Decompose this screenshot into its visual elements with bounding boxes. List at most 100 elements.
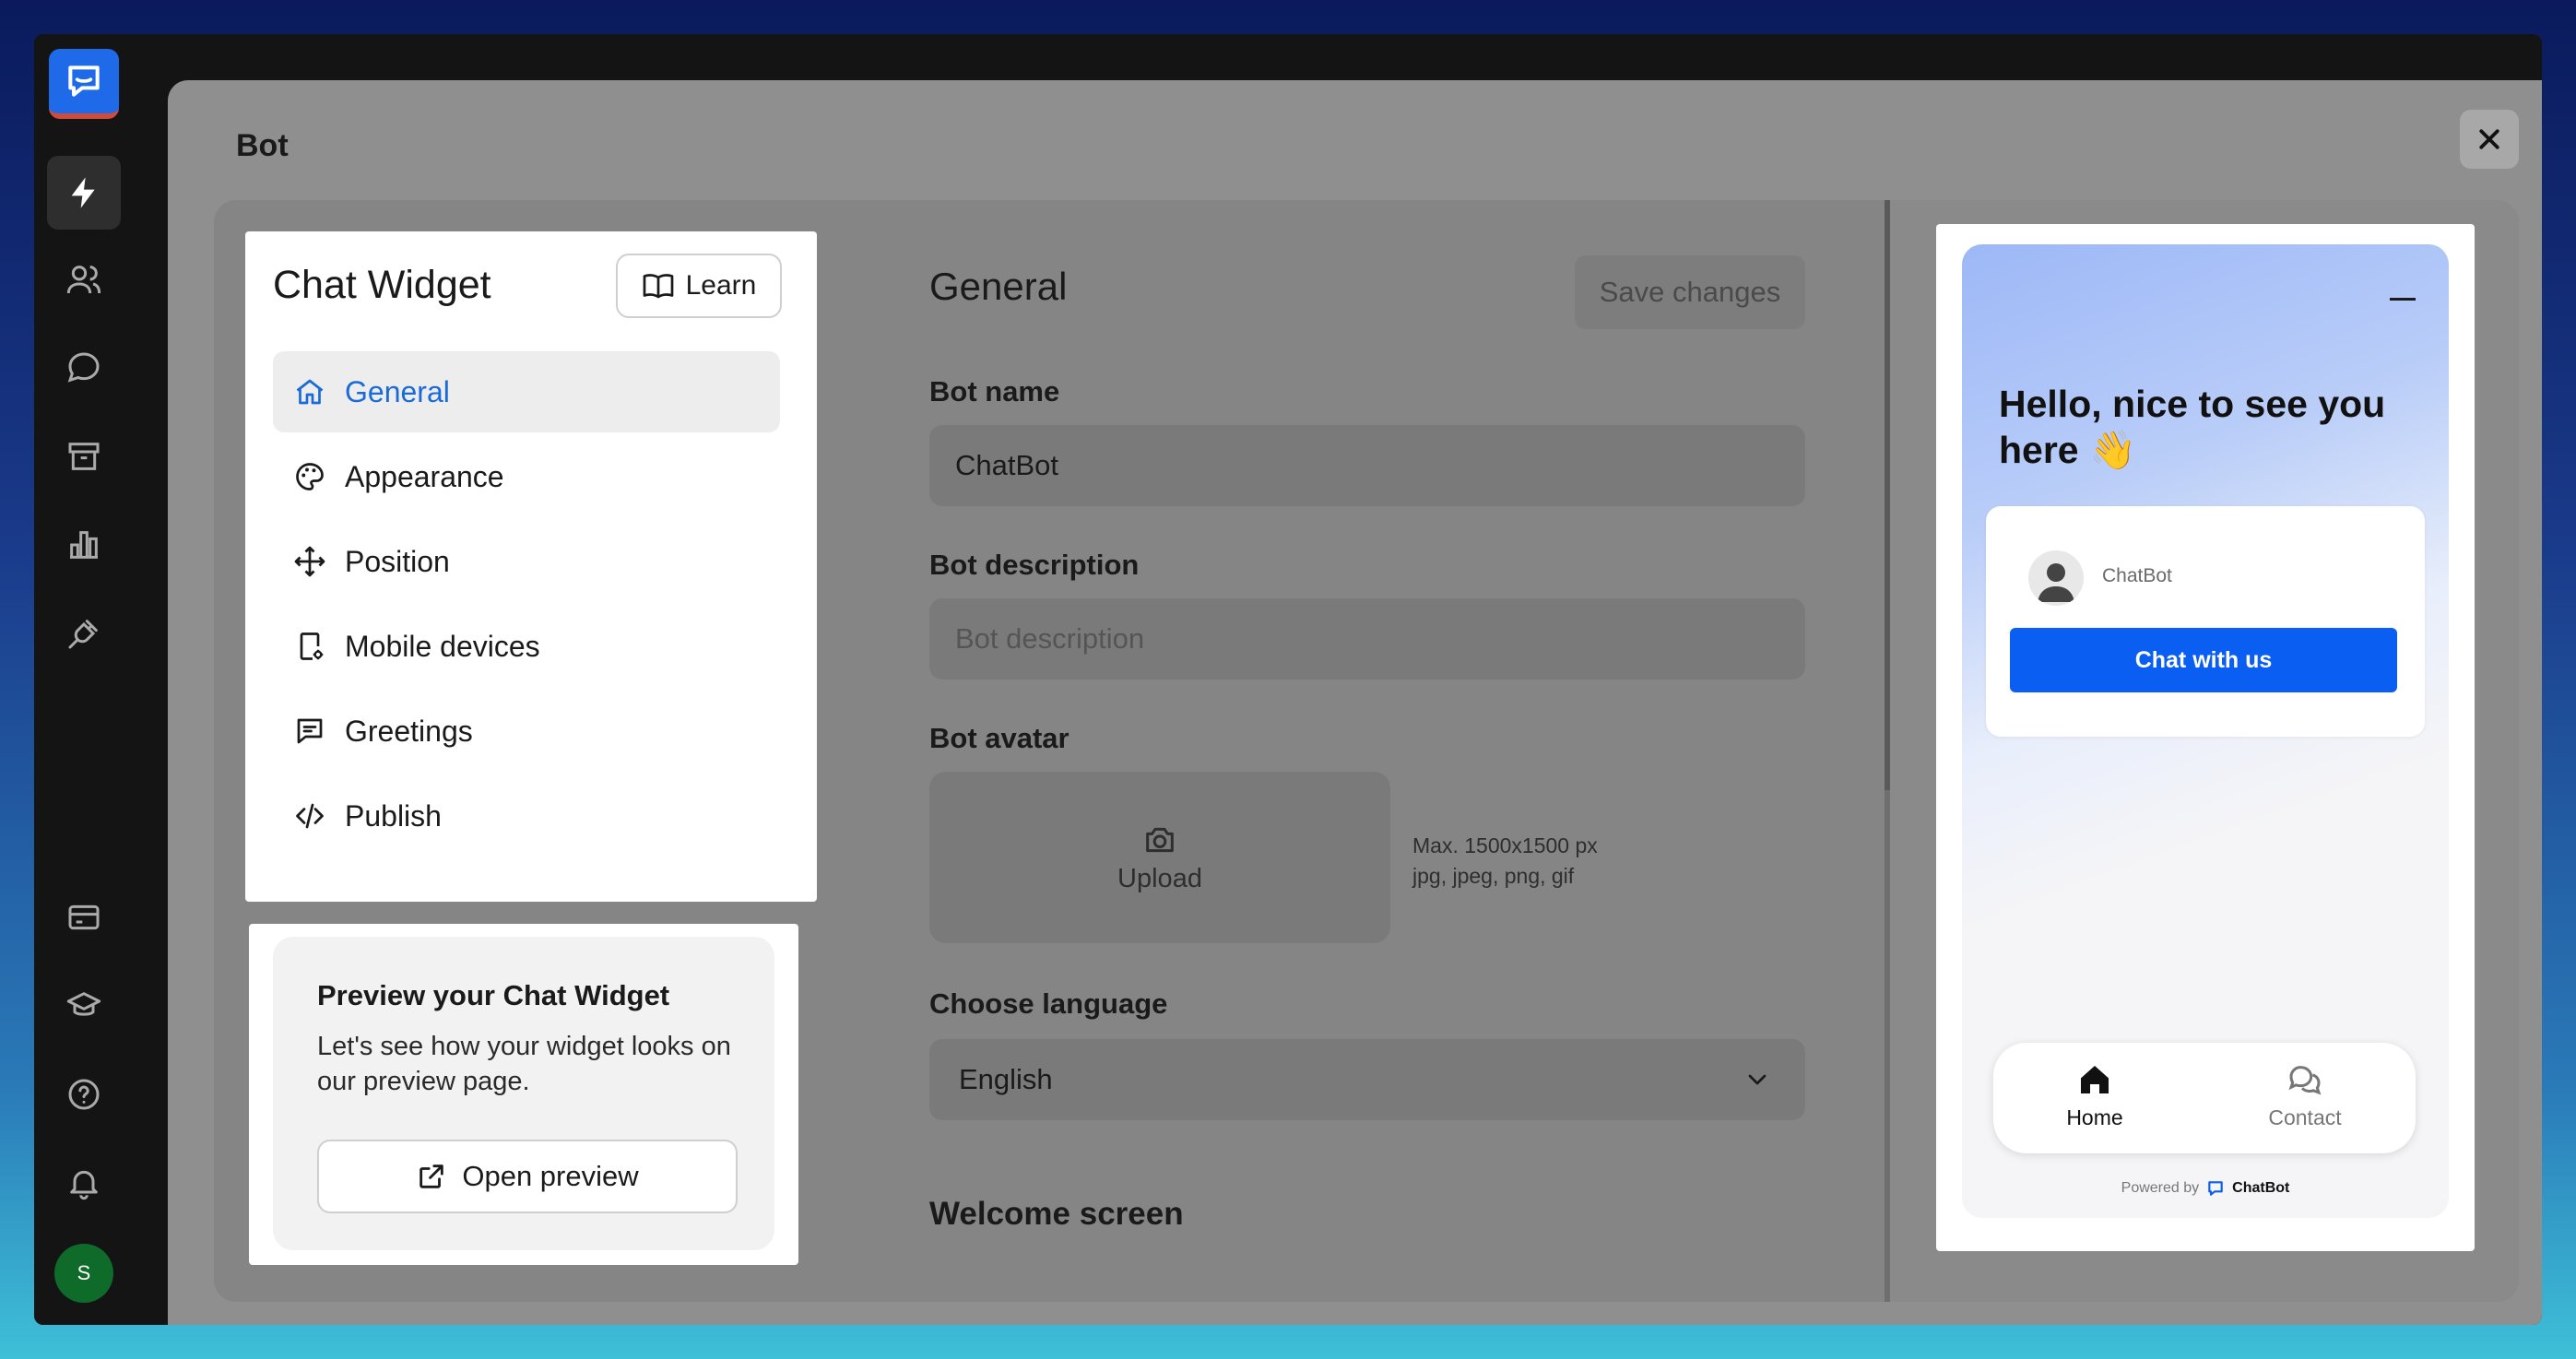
learn-label: Learn (685, 270, 757, 301)
chat-question-icon (67, 352, 100, 383)
tab-contact-label: Contact (2268, 1105, 2342, 1129)
book-icon (643, 274, 673, 299)
chat-with-us-button[interactable]: Chat with us (2010, 628, 2397, 692)
widget-bot-name: ChatBot (2102, 565, 2172, 586)
menu-item-label: Publish (345, 798, 442, 833)
bell-icon (70, 1170, 98, 1200)
chat-bubbles-icon (2288, 1066, 2322, 1095)
user-avatar[interactable]: S (54, 1244, 113, 1303)
bot-description-input[interactable]: Bot description (929, 598, 1805, 680)
menu-item-label: Appearance (345, 459, 504, 493)
nav-help[interactable] (47, 1058, 121, 1131)
modal-content: Chat Widget Learn General Appearance Pos… (214, 200, 2519, 1302)
code-icon (296, 803, 324, 829)
upload-label: Upload (1117, 863, 1202, 893)
preview-card: Preview your Chat Widget Let's see how y… (273, 937, 774, 1250)
menu-item-label: Mobile devices (345, 629, 540, 663)
chat-widget-menu: Chat Widget Learn General Appearance Pos… (245, 231, 817, 902)
upload-hint-size: Max. 1500x1500 px (1412, 833, 1598, 857)
menu-item-position[interactable]: Position (273, 521, 780, 602)
powered-by: Powered by ChatBot (1962, 1179, 2449, 1198)
preview-text: Let's see how your widget looks on our p… (317, 1032, 731, 1096)
nav-billing[interactable] (47, 880, 121, 954)
external-link-icon (419, 1164, 444, 1188)
chatbot-brand-icon (2208, 1181, 2223, 1196)
upload-hint: Max. 1500x1500 px jpg, jpeg, png, gif (1412, 831, 1598, 892)
menu-item-appearance[interactable]: Appearance (273, 436, 780, 517)
preview-title: Preview your Chat Widget (317, 979, 670, 1011)
chatbot-logo[interactable] (49, 49, 119, 119)
powered-by-label: Powered by (2121, 1180, 2200, 1196)
home-filled-icon (2081, 1066, 2109, 1093)
open-preview-button[interactable]: Open preview (317, 1140, 738, 1213)
chevron-down-icon (1748, 1074, 1767, 1085)
nav-academy[interactable] (47, 969, 121, 1043)
widget-card: ChatBot Chat with us (1986, 506, 2425, 737)
tab-home[interactable]: Home (2021, 1061, 2168, 1130)
menu-list: General Appearance Position Mobile devic… (273, 351, 780, 860)
nav-bots[interactable] (47, 156, 121, 230)
bar-chart-icon (70, 531, 98, 559)
nav-rail: S (34, 34, 134, 1325)
widget-frame: Hello, nice to see you here 👋 ChatBot Ch… (1936, 224, 2475, 1251)
palette-icon (296, 463, 324, 490)
menu-item-general[interactable]: General (273, 351, 780, 432)
chat-logo-icon (68, 65, 100, 97)
open-preview-label: Open preview (462, 1160, 639, 1192)
help-icon (68, 1079, 100, 1110)
lightning-icon (71, 177, 95, 208)
bot-name-label: Bot name (929, 375, 1060, 408)
nav-integrations[interactable] (47, 597, 121, 670)
menu-item-publish[interactable]: Publish (273, 775, 780, 857)
minimize-icon[interactable] (2390, 298, 2416, 301)
message-icon (297, 718, 323, 744)
menu-item-mobile-devices[interactable]: Mobile devices (273, 606, 780, 687)
preview-panel: Preview your Chat Widget Let's see how y… (249, 924, 798, 1265)
nav-users[interactable] (47, 242, 121, 316)
nav-archive[interactable] (47, 420, 121, 493)
menu-item-label: Greetings (345, 714, 473, 748)
menu-title: Chat Widget (273, 263, 491, 307)
tab-home-label: Home (2066, 1105, 2123, 1129)
mobile-settings-icon (300, 632, 324, 660)
menu-item-greetings[interactable]: Greetings (273, 691, 780, 772)
bot-modal: Bot Chat Widget Learn General Appearance… (168, 80, 2542, 1325)
modal-title: Bot (236, 128, 289, 163)
learn-button[interactable]: Learn (616, 254, 782, 318)
users-icon (66, 266, 101, 294)
widget-tabs: Home Contact (1993, 1043, 2416, 1153)
widget-greeting: Hello, nice to see you here 👋 (1999, 383, 2386, 471)
app-window: S Bot Chat Widget Learn General Appearan… (34, 34, 2542, 1325)
powered-by-brand[interactable]: ChatBot (2232, 1180, 2289, 1197)
graduation-cap-icon (66, 992, 101, 1016)
card-icon (68, 904, 100, 930)
person-icon (2038, 563, 2074, 602)
menu-item-label: Position (345, 544, 450, 578)
language-value: English (959, 1063, 1053, 1095)
bot-description-label: Bot description (929, 549, 1140, 581)
plug-icon (68, 620, 98, 649)
save-changes-button[interactable]: Save changes (1575, 255, 1805, 329)
language-select[interactable]: English (929, 1039, 1805, 1120)
language-label: Choose language (929, 987, 1168, 1020)
menu-item-label: General (345, 374, 450, 408)
move-icon (294, 546, 325, 577)
bot-avatar (2028, 550, 2084, 606)
form-title: General (929, 265, 1068, 308)
upload-hint-types: jpg, jpeg, png, gif (1412, 864, 1575, 888)
widget-preview-pane: Hello, nice to see you here 👋 ChatBot Ch… (1890, 200, 2519, 1302)
home-icon (296, 379, 324, 405)
archive-icon (68, 443, 100, 470)
nav-reports[interactable] (47, 508, 121, 582)
close-button[interactable] (2460, 110, 2519, 169)
nav-chats[interactable] (47, 331, 121, 405)
bot-name-input[interactable]: ChatBot (929, 425, 1805, 506)
avatar-upload-button[interactable]: Upload (929, 772, 1390, 943)
chat-widget: Hello, nice to see you here 👋 ChatBot Ch… (1962, 244, 2449, 1218)
nav-notifications[interactable] (47, 1146, 121, 1220)
tab-contact[interactable]: Contact (2231, 1061, 2379, 1130)
bot-avatar-label: Bot avatar (929, 722, 1069, 754)
camera-icon (1146, 827, 1174, 852)
welcome-screen-title: Welcome screen (929, 1196, 1184, 1232)
close-icon (2479, 129, 2499, 149)
